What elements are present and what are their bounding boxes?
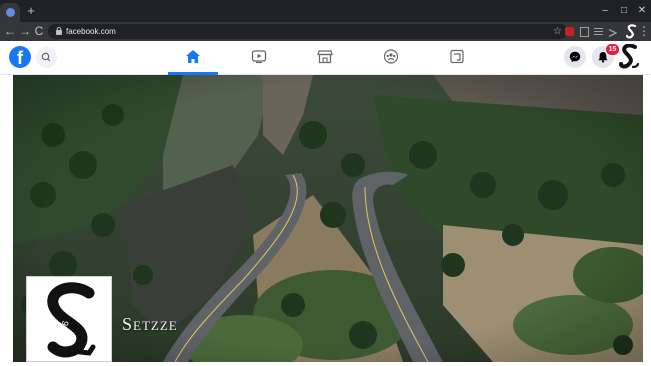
close-window-button[interactable]: ✕ bbox=[633, 3, 651, 19]
profile-picture[interactable]: 16 bbox=[26, 276, 112, 362]
gaming-icon bbox=[450, 49, 464, 64]
facebook-nav-bar: f bbox=[0, 41, 651, 75]
video-icon bbox=[251, 50, 267, 64]
extension-arrow-icon[interactable] bbox=[608, 27, 618, 39]
tab-watch[interactable] bbox=[226, 41, 292, 74]
tab-gaming[interactable] bbox=[424, 41, 490, 74]
forward-button[interactable]: → bbox=[18, 24, 32, 38]
lock-icon bbox=[56, 27, 62, 35]
maximize-button[interactable]: □ bbox=[615, 3, 633, 19]
reload-button[interactable]: C bbox=[32, 24, 46, 38]
browser-tab[interactable] bbox=[0, 3, 20, 22]
browser-toolbar: ← → C facebook.com ☆ ⋮ bbox=[0, 22, 651, 41]
search-icon bbox=[41, 52, 51, 62]
home-icon bbox=[186, 50, 200, 63]
messenger-icon bbox=[569, 51, 581, 63]
browser-tab-strip: + – □ ✕ bbox=[0, 0, 651, 22]
facebook-logo[interactable]: f bbox=[9, 46, 31, 68]
account-menu-avatar[interactable] bbox=[618, 44, 640, 70]
back-button[interactable]: ← bbox=[3, 24, 17, 38]
bookmark-star-icon[interactable]: ☆ bbox=[553, 25, 562, 38]
extension-square-icon[interactable] bbox=[580, 27, 589, 37]
search-button[interactable] bbox=[36, 47, 57, 68]
browser-menu-button[interactable]: ⋮ bbox=[637, 24, 651, 38]
tab-marketplace[interactable] bbox=[292, 41, 358, 74]
store-icon bbox=[317, 50, 333, 64]
profile-name[interactable]: Setzze bbox=[122, 314, 178, 335]
tab-home[interactable] bbox=[160, 41, 226, 75]
tab-groups[interactable] bbox=[358, 41, 424, 74]
minimize-button[interactable]: – bbox=[596, 3, 614, 19]
extension-list-icon[interactable] bbox=[594, 28, 603, 35]
url-text: facebook.com bbox=[66, 27, 116, 36]
groups-icon bbox=[383, 49, 399, 64]
address-bar[interactable]: facebook.com ☆ bbox=[48, 24, 568, 39]
facebook-favicon-icon bbox=[6, 8, 15, 17]
profile-s-icon[interactable] bbox=[626, 24, 637, 39]
s-logo-image: 16 bbox=[47, 282, 96, 358]
new-tab-button[interactable]: + bbox=[25, 4, 37, 17]
extension-red-icon[interactable] bbox=[565, 27, 574, 36]
messenger-button[interactable] bbox=[564, 46, 586, 68]
